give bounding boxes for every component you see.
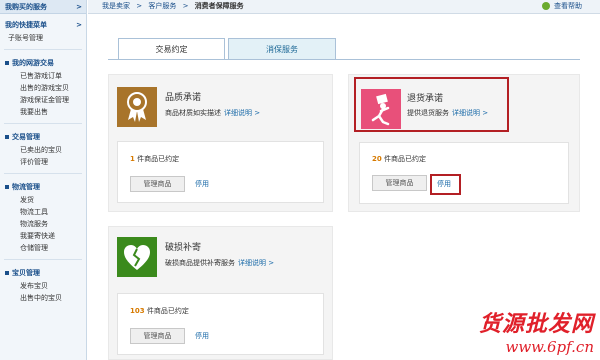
damage-resend-card: 破损补寄 破损商品提供补寄服务 详细说明 > 103 件商品已约定 管理商品 停用 bbox=[108, 226, 333, 360]
sidebar-divider bbox=[4, 49, 82, 50]
sidebar-item[interactable]: 发布宝贝 bbox=[0, 280, 86, 292]
breadcrumb-current: 消费者保障服务 bbox=[194, 2, 244, 10]
sidebar-section-trade: 交易管理 已卖出的宝贝 评价管理 bbox=[0, 126, 86, 171]
bullet-icon bbox=[5, 271, 9, 275]
sidebar-item-subaccount[interactable]: 子账号管理 bbox=[0, 32, 86, 44]
tab-trade-agreement[interactable]: 交易约定 bbox=[118, 38, 225, 60]
sidebar: 我购买的服务 > 我的快捷菜单 > 子账号管理 我的网游交易 已售游戏订单 出售… bbox=[0, 0, 87, 360]
manage-items-button[interactable]: 管理商品 bbox=[372, 175, 427, 191]
help-icon bbox=[542, 2, 550, 10]
help-link[interactable]: 查看帮助 bbox=[542, 0, 586, 13]
sidebar-item[interactable]: 出售中的宝贝 bbox=[0, 292, 86, 304]
watermark: 货源批发网 www.6pf.cn bbox=[479, 306, 594, 356]
breadcrumb-separator: > bbox=[136, 2, 143, 10]
medal-icon bbox=[117, 87, 157, 127]
tab-consumer-protection[interactable]: 消保服务 bbox=[228, 38, 336, 60]
breadcrumb-link[interactable]: 我是卖家 bbox=[102, 2, 130, 10]
card-body: 103 件商品已约定 管理商品 停用 bbox=[117, 293, 324, 355]
highlight-box bbox=[430, 174, 461, 195]
agreed-count: 103 件商品已约定 bbox=[130, 307, 189, 315]
sidebar-item[interactable]: 发货 bbox=[0, 194, 86, 206]
highlight-box bbox=[354, 77, 509, 132]
watermark-url: www.6pf.cn bbox=[505, 338, 595, 356]
manage-items-button[interactable]: 管理商品 bbox=[130, 176, 185, 192]
sidebar-section-title[interactable]: 我的网游交易 bbox=[0, 56, 86, 70]
sidebar-item[interactable]: 我要寄快递 bbox=[0, 230, 86, 242]
breadcrumb-link[interactable]: 客户服务 bbox=[148, 2, 176, 10]
details-link[interactable]: 详细说明 > bbox=[238, 259, 274, 267]
card-description: 商品材质如实描述 详细说明 > bbox=[165, 109, 261, 117]
quality-promise-card: 品质承诺 商品材质如实描述 详细说明 > 1 件商品已约定 管理商品 停用 bbox=[108, 74, 333, 212]
details-link[interactable]: 详细说明 > bbox=[224, 109, 260, 117]
disable-link[interactable]: 停用 bbox=[195, 179, 209, 189]
card-body: 1 件商品已约定 管理商品 停用 bbox=[117, 141, 324, 203]
sidebar-section-title[interactable]: 物流管理 bbox=[0, 180, 86, 194]
sidebar-section-items: 宝贝管理 发布宝贝 出售中的宝贝 bbox=[0, 262, 86, 307]
sidebar-item[interactable]: 出售的游戏宝贝 bbox=[0, 82, 86, 94]
sidebar-divider bbox=[4, 123, 82, 124]
disable-link[interactable]: 停用 bbox=[195, 331, 209, 341]
manage-items-button[interactable]: 管理商品 bbox=[130, 328, 185, 344]
sidebar-divider bbox=[4, 173, 82, 174]
sidebar-section-title[interactable]: 交易管理 bbox=[0, 130, 86, 144]
bullet-icon bbox=[5, 61, 9, 65]
sidebar-item[interactable]: 评价管理 bbox=[0, 156, 86, 168]
sidebar-quick-menu: 我的快捷菜单 > 子账号管理 bbox=[0, 14, 86, 47]
bullet-icon bbox=[5, 185, 9, 189]
sidebar-item[interactable]: 物流工具 bbox=[0, 206, 86, 218]
bullet-icon bbox=[5, 135, 9, 139]
sidebar-purchased-services[interactable]: 我购买的服务 > bbox=[0, 0, 86, 14]
card-body: 20 件商品已约定 管理商品 停用 bbox=[359, 142, 569, 204]
sidebar-item[interactable]: 仓储管理 bbox=[0, 242, 86, 254]
chevron-right-icon: > bbox=[76, 3, 82, 11]
breadcrumb: 我是卖家 > 客户服务 > 消费者保障服务 查看帮助 bbox=[88, 0, 600, 14]
sidebar-quick-menu-title[interactable]: 我的快捷菜单 > bbox=[0, 18, 86, 32]
breadcrumb-separator: > bbox=[182, 2, 189, 10]
sidebar-section-logistics: 物流管理 发货 物流工具 物流服务 我要寄快递 仓储管理 bbox=[0, 176, 86, 257]
broken-heart-icon bbox=[117, 237, 157, 277]
tab-divider bbox=[108, 59, 580, 60]
watermark-title: 货源批发网 bbox=[478, 311, 594, 337]
sidebar-item[interactable]: 物流服务 bbox=[0, 218, 86, 230]
sidebar-item[interactable]: 我要出售 bbox=[0, 106, 86, 118]
card-description: 破损商品提供补寄服务 详细说明 > bbox=[165, 259, 275, 267]
chevron-right-icon: > bbox=[76, 21, 82, 29]
sidebar-item[interactable]: 已卖出的宝贝 bbox=[0, 144, 86, 156]
sidebar-section-title[interactable]: 宝贝管理 bbox=[0, 266, 86, 280]
card-title: 破损补寄 bbox=[165, 243, 202, 253]
sidebar-divider bbox=[4, 259, 82, 260]
sidebar-item[interactable]: 已售游戏订单 bbox=[0, 70, 86, 82]
sidebar-section-game-trade: 我的网游交易 已售游戏订单 出售的游戏宝贝 游戏保证金管理 我要出售 bbox=[0, 52, 86, 121]
card-title: 品质承诺 bbox=[165, 93, 202, 103]
agreed-count: 1 件商品已约定 bbox=[130, 155, 180, 163]
agreed-count: 20 件商品已约定 bbox=[372, 155, 426, 163]
sidebar-item[interactable]: 游戏保证金管理 bbox=[0, 94, 86, 106]
